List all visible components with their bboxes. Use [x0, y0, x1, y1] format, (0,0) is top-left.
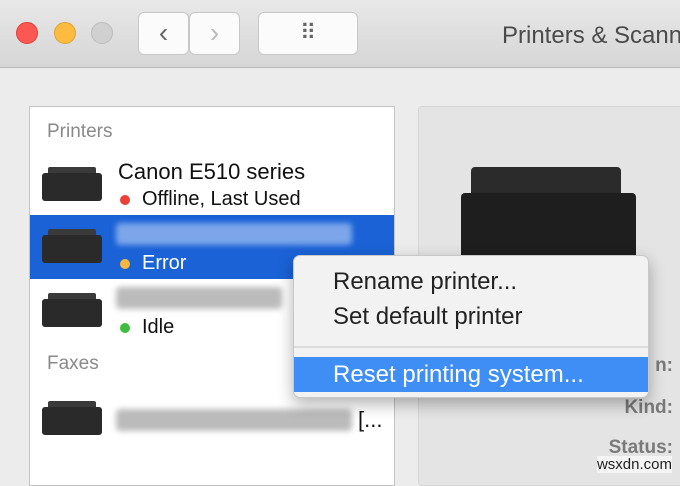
- zoom-button[interactable]: [91, 22, 113, 44]
- menu-item-set-default-printer[interactable]: Set default printer: [294, 299, 648, 334]
- menu-item-reset-printing-system[interactable]: Reset printing system...: [294, 357, 648, 392]
- window-title: Printers & Scann: [502, 22, 680, 49]
- detail-label: n:: [655, 355, 673, 376]
- status-dot: [120, 259, 130, 269]
- faxes-header: Faxes: [47, 353, 99, 374]
- fax-name-suffix: [...: [358, 407, 383, 432]
- grid-icon: ⠿: [299, 20, 317, 45]
- menu-separator: [294, 346, 648, 348]
- back-button[interactable]: ‹: [138, 12, 189, 55]
- fax-icon: [42, 397, 102, 437]
- watermark: wsxdn.com: [596, 456, 672, 473]
- printer-icon: [42, 225, 102, 265]
- printer-status: Error: [142, 252, 187, 274]
- printers-header: Printers: [47, 121, 113, 142]
- printer-name-blurred: [116, 223, 352, 245]
- title-bar: ‹ › ⠿ Printers & Scann: [0, 0, 680, 68]
- printer-icon: [42, 163, 102, 203]
- printer-status: Offline, Last Used: [142, 188, 301, 210]
- printer-row[interactable]: Canon E510 series Offline, Last Used: [30, 151, 394, 215]
- status-dot: [120, 195, 130, 205]
- show-all-button[interactable]: ⠿: [258, 12, 358, 55]
- printer-icon: [42, 289, 102, 329]
- printer-status: Idle: [142, 316, 175, 338]
- context-menu: Rename printer... Set default printer Re…: [293, 255, 649, 398]
- close-button[interactable]: [16, 22, 38, 44]
- printer-name-blurred: [116, 287, 282, 309]
- printer-name: Canon E510 series: [118, 159, 306, 184]
- fax-name-blurred: [116, 409, 352, 431]
- status-dot: [120, 323, 130, 333]
- menu-item-rename-printer[interactable]: Rename printer...: [294, 264, 648, 299]
- forward-button[interactable]: ›: [189, 12, 240, 55]
- minimize-button[interactable]: [54, 22, 76, 44]
- kind-label: Kind:: [624, 397, 673, 418]
